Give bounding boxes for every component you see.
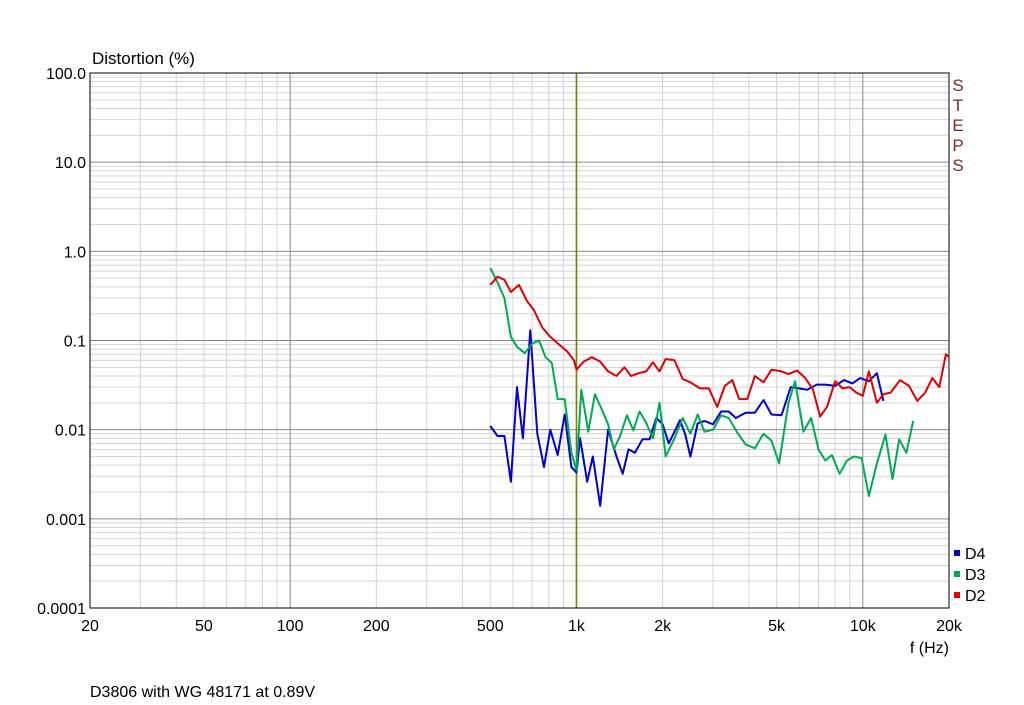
legend-label-d4: D4 [965,546,986,563]
y-tick-label: 0.0001 [37,601,86,618]
watermark-letter: E [952,116,963,135]
chart-footnote: D3806 with WG 48171 at 0.89V [90,684,315,701]
legend-swatch-d4 [954,550,960,556]
x-tick-label: 500 [477,618,504,635]
x-tick-label: 20k [936,618,963,635]
x-tick-label: 20 [81,618,99,635]
watermark-letter: P [952,136,963,155]
y-tick-label: 100.0 [46,66,86,83]
legend: D4 D3 D2 [954,546,986,605]
watermark-letter: S [952,156,963,175]
x-axis-label: f (Hz) [910,640,949,657]
x-tick-label: 1k [568,618,586,635]
x-tick-label: 2k [654,618,672,635]
steps-watermark: STEPS [952,76,963,175]
legend-swatch-d3 [954,571,960,577]
watermark-letter: T [953,96,963,115]
legend-swatch-d2 [954,592,960,598]
y-tick-label: 0.1 [64,334,86,351]
x-tick-label: 50 [195,618,213,635]
x-tick-label: 5k [768,618,786,635]
y-axis-label: Distortion (%) [92,49,195,68]
x-tick-label: 200 [363,618,390,635]
x-tick-label: 10k [850,618,877,635]
y-tick-label: 1.0 [64,244,86,261]
watermark-letter: S [952,76,963,95]
legend-label-d3: D3 [965,567,986,584]
y-tick-label: 0.001 [46,512,86,529]
y-tick-label: 0.01 [55,423,86,440]
y-tick-label: 10.0 [55,155,86,172]
distortion-chart: 100.0 10.0 1.0 0.1 0.01 0.001 0.0001 20 50 100 20… [0,0,1024,705]
legend-label-d2: D2 [965,588,986,605]
chart-background [0,0,1024,705]
x-tick-label: 100 [277,618,304,635]
